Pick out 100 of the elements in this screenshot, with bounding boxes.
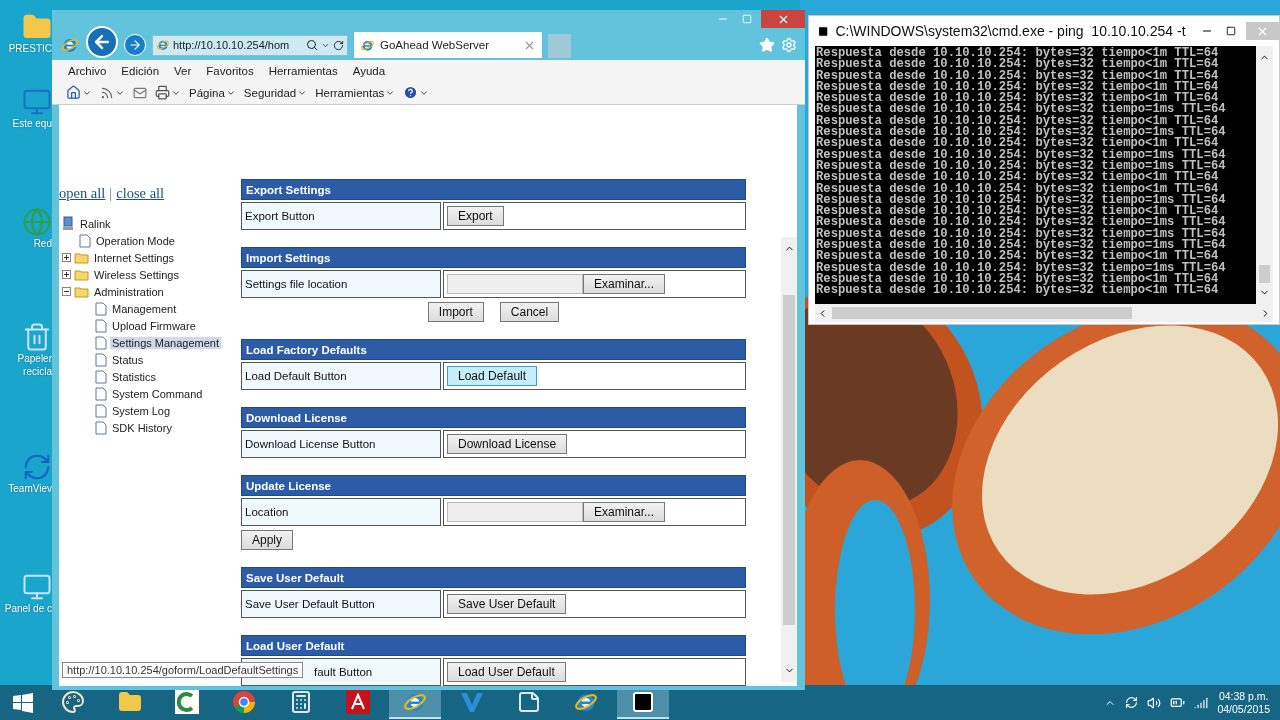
console-line: Respuesta desde 10.10.10.254: bytes=32 tiempo<1m TTL=64 <box>816 183 1219 195</box>
page-icon <box>95 352 107 367</box>
volume-icon[interactable] <box>1147 695 1162 710</box>
camtasia-icon <box>175 689 199 714</box>
command-menu[interactable]: Página <box>189 86 236 99</box>
maximize-icon <box>742 14 752 24</box>
search-icon[interactable] <box>306 39 318 51</box>
console-line: Respuesta desde 10.10.10.254: bytes=32 tiempo<1m TTL=64 <box>816 285 1220 297</box>
section-header: Update License <box>241 475 746 496</box>
section-header: Export Settings <box>241 179 746 200</box>
tree-item[interactable]: Statistics <box>110 370 158 383</box>
mail-button[interactable] <box>133 85 147 100</box>
printer-icon <box>155 85 170 100</box>
page-icon <box>95 386 107 401</box>
browse-button[interactable]: Examinar... <box>583 502 666 522</box>
menu-item[interactable]: Ver <box>174 64 192 77</box>
menu-item[interactable]: Ayuda <box>352 64 386 77</box>
console-line: Respuesta desde 10.10.10.254: bytes=32 tiempo=1ms TTL=64 <box>816 149 1227 161</box>
file-path-field[interactable] <box>447 274 583 294</box>
action-button[interactable]: Cancel <box>499 302 560 322</box>
collapse-icon[interactable] <box>62 287 71 296</box>
arrow-right-icon <box>128 38 142 52</box>
help-button[interactable] <box>403 85 430 100</box>
action-button[interactable]: Import <box>427 302 484 322</box>
envelope-icon <box>133 85 147 100</box>
scrollbar[interactable] <box>1256 46 1273 304</box>
refresh-icon[interactable] <box>333 39 344 51</box>
action-button[interactable]: Download License <box>447 434 568 454</box>
maximize-icon <box>1225 26 1236 36</box>
page-icon <box>95 420 107 435</box>
console-line: Respuesta desde 10.10.10.254: bytes=32 tiempo<1m TTL=64 <box>816 59 1220 71</box>
console-line: Respuesta desde 10.10.10.254: bytes=32 tiempo=1ms TTL=64 <box>816 217 1227 229</box>
forward-button[interactable] <box>124 34 146 56</box>
scrollbar[interactable] <box>781 237 797 682</box>
tree-item[interactable]: Settings Management <box>110 336 221 349</box>
expand-icon[interactable] <box>62 253 71 262</box>
feeds-button[interactable] <box>100 85 125 100</box>
battery-icon[interactable] <box>1170 695 1186 710</box>
console-line: Respuesta desde 10.10.10.254: bytes=32 tiempo<1m TTL=64 <box>816 138 1219 150</box>
page-icon <box>95 403 107 418</box>
section-header: Load Factory Defaults <box>241 339 746 360</box>
scroll-thumb[interactable] <box>783 294 795 625</box>
action-button[interactable]: Export <box>447 206 504 226</box>
action-button[interactable]: Apply <box>241 530 294 550</box>
console-line: Respuesta desde 10.10.10.254: bytes=32 tiempo<1m TTL=64 <box>816 70 1220 82</box>
chrome-icon <box>232 689 256 714</box>
clock-time: 04:38 p.m. <box>1218 689 1269 703</box>
browse-button[interactable]: Examinar... <box>583 274 666 294</box>
tree-item[interactable]: Internet Settings <box>92 251 177 264</box>
section-header: Import Settings <box>241 247 746 268</box>
open-all-link[interactable]: open all <box>59 185 106 202</box>
console-line: Respuesta desde 10.10.10.254: bytes=32 tiempo<1m TTL=64 <box>816 251 1219 263</box>
page-icon <box>95 369 107 384</box>
field-label: Load Default Button <box>241 362 441 390</box>
close-all-link[interactable]: close all <box>116 185 165 202</box>
folder-icon <box>74 251 89 264</box>
folder-icon <box>74 285 89 298</box>
tree-item[interactable]: Administration <box>92 285 166 298</box>
menu-item[interactable]: Edición <box>121 64 160 77</box>
field-label: Save User Default Button <box>241 590 441 618</box>
folder-icon <box>118 689 142 714</box>
print-button[interactable] <box>155 85 181 100</box>
action-button[interactable]: Save User Default <box>447 594 567 614</box>
command-menu[interactable]: Seguridad <box>243 86 308 99</box>
tree-item[interactable]: Wireless Settings <box>92 268 181 281</box>
action-button[interactable]: Load Default <box>447 366 538 386</box>
tree-item[interactable]: Management <box>110 302 179 315</box>
command-menu[interactable]: Herramientas <box>315 86 396 99</box>
page-icon <box>95 301 107 316</box>
menu-item[interactable]: Herramientas <box>268 64 338 77</box>
separator-text: | <box>109 185 113 202</box>
terminal-icon <box>817 23 830 39</box>
home-button[interactable] <box>66 85 92 100</box>
back-button[interactable] <box>86 26 118 58</box>
scroll-thumb[interactable] <box>832 307 1132 319</box>
signal-icon[interactable] <box>1194 695 1209 710</box>
adobe-icon <box>346 689 370 714</box>
sync-icon[interactable] <box>1125 696 1139 709</box>
tree-item[interactable]: Operation Mode <box>94 234 177 247</box>
action-button[interactable]: Load User Default <box>447 662 566 682</box>
browser-tab[interactable]: GoAhead WebServer <box>354 32 542 58</box>
clock-date: 04/05/2015 <box>1217 702 1270 716</box>
expand-icon[interactable] <box>62 270 71 279</box>
tree-item[interactable]: Upload Firmware <box>110 319 198 332</box>
calculator-icon <box>289 689 313 714</box>
scrollbar[interactable] <box>815 304 1273 322</box>
recycle-bin-icon[interactable] <box>22 322 52 352</box>
tree-item[interactable]: SDK History <box>110 421 174 434</box>
close-button[interactable] <box>761 10 805 28</box>
tree-item[interactable]: System Log <box>110 404 173 417</box>
scroll-thumb[interactable] <box>1259 265 1270 283</box>
menu-item[interactable]: Archivo <box>68 64 107 77</box>
address-field[interactable]: http://10.10.10.254/hom <box>152 34 348 56</box>
tree-item[interactable]: Status <box>110 353 146 366</box>
menu-item[interactable]: Favoritos <box>206 64 254 77</box>
tree-item[interactable]: Ralink <box>78 217 113 230</box>
file-path-field[interactable] <box>447 502 583 522</box>
windows-logo-icon[interactable] <box>13 692 33 713</box>
home-icon <box>66 85 81 100</box>
tree-item[interactable]: System Command <box>110 387 205 400</box>
